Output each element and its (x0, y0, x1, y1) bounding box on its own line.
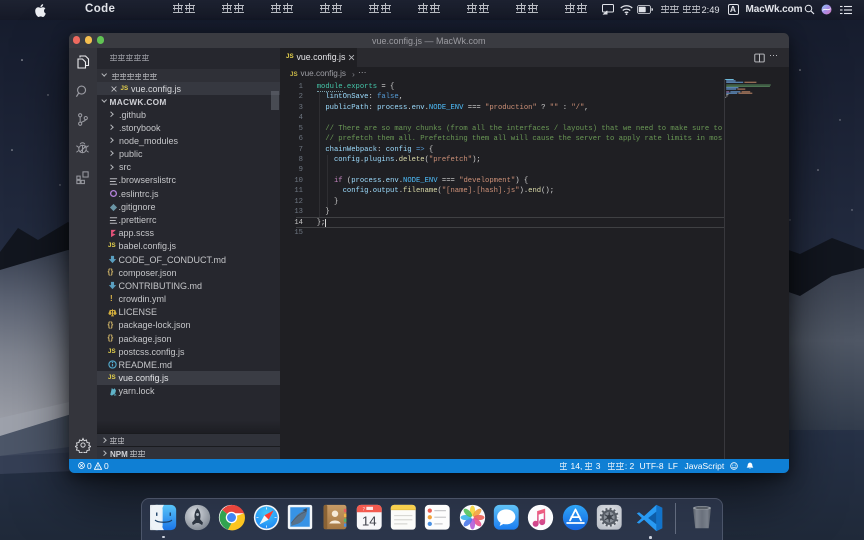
svg-text:14: 14 (361, 513, 376, 528)
